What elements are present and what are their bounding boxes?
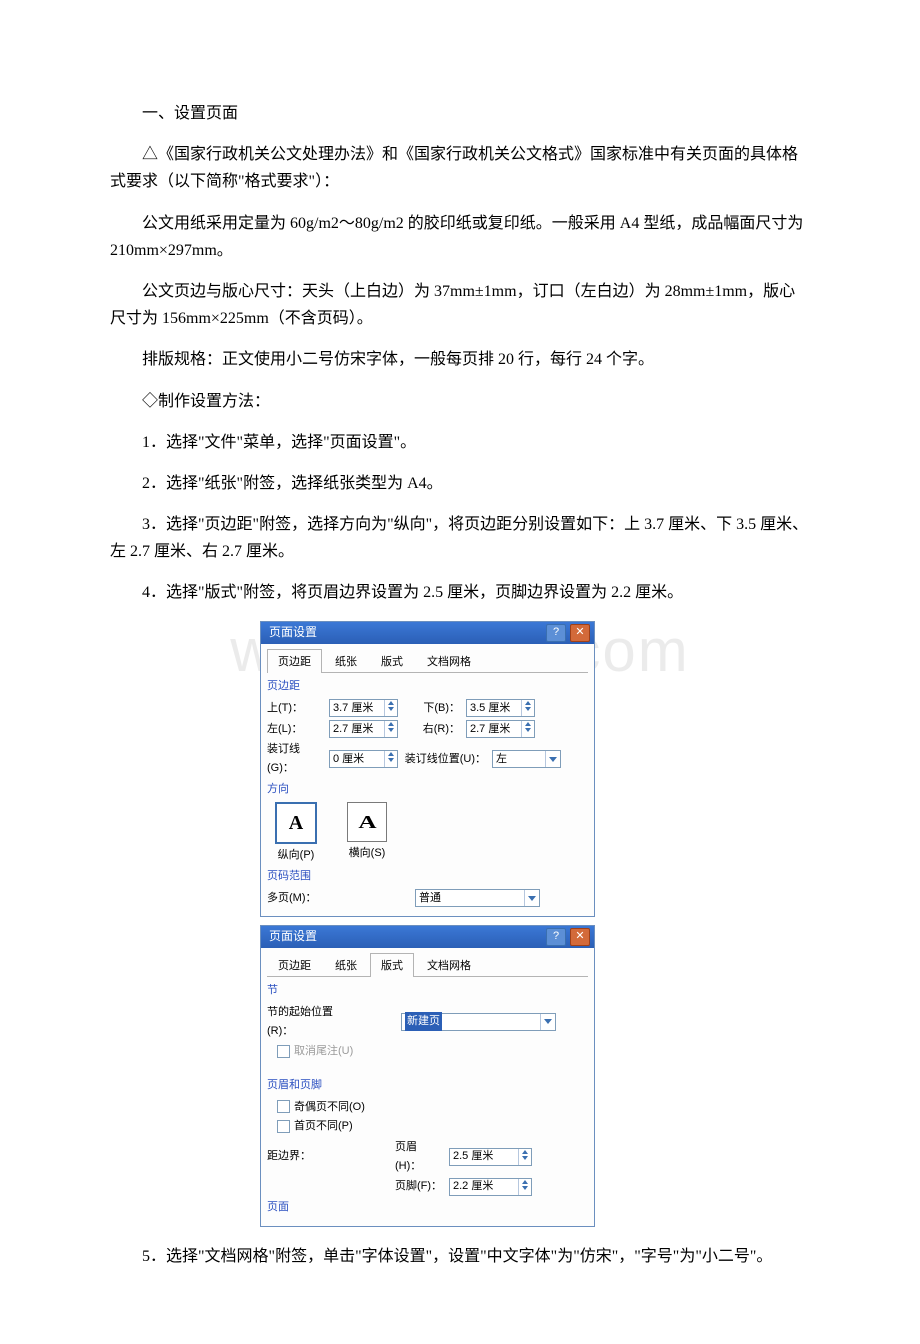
spinner-icon[interactable] bbox=[521, 721, 534, 737]
checkbox-icon bbox=[277, 1120, 290, 1133]
spinner-icon[interactable] bbox=[384, 700, 397, 716]
group-section-title: 节 bbox=[267, 981, 588, 1000]
checkbox-first-page-label: 首页不同(P) bbox=[294, 1117, 353, 1136]
spinner-icon[interactable] bbox=[521, 700, 534, 716]
group-page-title: 页面 bbox=[267, 1198, 588, 1217]
chevron-down-icon[interactable] bbox=[545, 751, 560, 767]
dialog-titlebar[interactable]: 页面设置 ? ✕ bbox=[261, 622, 594, 644]
paragraph: 4．选择"版式"附签，将页眉边界设置为 2.5 厘米，页脚边界设置为 2.2 厘… bbox=[110, 579, 810, 606]
dialog-body: 页边距 纸张 版式 文档网格 节 节的起始位置(R)： 新建页 取消尾注(U) … bbox=[261, 948, 594, 1226]
close-button[interactable]: ✕ bbox=[570, 928, 590, 946]
spinner-icon[interactable] bbox=[384, 751, 397, 767]
value-gutter-pos: 左 bbox=[496, 750, 507, 769]
chevron-down-icon[interactable] bbox=[540, 1014, 555, 1030]
dropdown-gutter-pos[interactable]: 左 bbox=[492, 750, 561, 768]
orientation-portrait[interactable]: A 纵向(P) bbox=[275, 802, 317, 865]
tab-layout[interactable]: 版式 bbox=[370, 953, 414, 978]
paragraph: ◇制作设置方法： bbox=[110, 388, 810, 415]
landscape-icon: A bbox=[347, 802, 387, 842]
page-setup-dialog-layout: 页面设置 ? ✕ 页边距 纸张 版式 文档网格 节 节的起始位置(R)： 新建页… bbox=[260, 925, 595, 1227]
dialog-tabs: 页边距 纸张 版式 文档网格 bbox=[267, 648, 588, 674]
label-bottom: 下(B)： bbox=[404, 699, 460, 718]
label-header: 页眉(H)： bbox=[395, 1138, 443, 1175]
help-button[interactable]: ? bbox=[546, 624, 566, 642]
paragraph: 公文页边与版心尺寸：天头（上白边）为 37mm±1mm，订口（左白边）为 28m… bbox=[110, 278, 810, 332]
label-section-start: 节的起始位置(R)： bbox=[267, 1003, 349, 1040]
input-right[interactable]: 2.7 厘米 bbox=[466, 720, 535, 738]
dialog-body: 页边距 纸张 版式 文档网格 页边距 上(T)： 3.7 厘米 下(B)： 3.… bbox=[261, 644, 594, 916]
checkbox-odd-even-label: 奇偶页不同(O) bbox=[294, 1098, 365, 1117]
checkbox-icon bbox=[277, 1045, 290, 1058]
label-multipage: 多页(M)： bbox=[267, 889, 323, 908]
value-top: 3.7 厘米 bbox=[333, 699, 373, 718]
value-header: 2.5 厘米 bbox=[453, 1147, 493, 1166]
tab-margins[interactable]: 页边距 bbox=[267, 953, 322, 978]
checkbox-suppress-endnotes: 取消尾注(U) bbox=[277, 1042, 588, 1061]
label-gutter: 装订线(G)： bbox=[267, 740, 323, 777]
value-right: 2.7 厘米 bbox=[470, 720, 510, 739]
document-page: www.bdocx.com 一、设置页面 △《国家行政机关公文处理办法》和《国家… bbox=[0, 0, 920, 1344]
portrait-icon: A bbox=[275, 802, 317, 844]
spinner-icon[interactable] bbox=[518, 1149, 531, 1165]
label-from-border: 距边界： bbox=[267, 1147, 323, 1166]
input-bottom[interactable]: 3.5 厘米 bbox=[466, 699, 535, 717]
paragraph: 5．选择"文档网格"附签，单击"字体设置"，设置"中文字体"为"仿宋"，"字号"… bbox=[110, 1243, 810, 1270]
dialog-title: 页面设置 bbox=[269, 926, 317, 946]
page-setup-dialog-margins: 页面设置 ? ✕ 页边距 纸张 版式 文档网格 页边距 上(T)： 3.7 厘米… bbox=[260, 621, 595, 917]
paragraph: 1．选择"文件"菜单，选择"页面设置"。 bbox=[110, 429, 810, 456]
label-right: 右(R)： bbox=[404, 720, 460, 739]
label-gutter-pos: 装订线位置(U)： bbox=[404, 750, 486, 769]
paragraph: △《国家行政机关公文处理办法》和《国家行政机关公文格式》国家标准中有关页面的具体… bbox=[110, 141, 810, 195]
orientation-portrait-label: 纵向(P) bbox=[275, 846, 317, 865]
paragraph: 排版规格：正文使用小二号仿宋字体，一般每页排 20 行，每行 24 个字。 bbox=[110, 346, 810, 373]
tab-paper[interactable]: 纸张 bbox=[324, 649, 368, 674]
heading-1: 一、设置页面 bbox=[110, 100, 810, 127]
chevron-down-icon[interactable] bbox=[524, 890, 539, 906]
orientation-landscape[interactable]: A 横向(S) bbox=[347, 802, 387, 865]
value-left: 2.7 厘米 bbox=[333, 720, 373, 739]
tab-grid[interactable]: 文档网格 bbox=[416, 953, 482, 978]
paragraph: 3．选择"页边距"附签，选择方向为"纵向"，将页边距分别设置如下：上 3.7 厘… bbox=[110, 511, 810, 565]
checkbox-icon bbox=[277, 1100, 290, 1113]
value-section-start: 新建页 bbox=[405, 1012, 442, 1031]
help-button[interactable]: ? bbox=[546, 928, 566, 946]
orientation-landscape-label: 横向(S) bbox=[347, 844, 387, 863]
value-gutter: 0 厘米 bbox=[333, 750, 364, 769]
dialog-tabs: 页边距 纸张 版式 文档网格 bbox=[267, 952, 588, 978]
dropdown-multipage[interactable]: 普通 bbox=[415, 889, 540, 907]
dialog-titlebar[interactable]: 页面设置 ? ✕ bbox=[261, 926, 594, 948]
input-gutter[interactable]: 0 厘米 bbox=[329, 750, 398, 768]
checkbox-odd-even[interactable]: 奇偶页不同(O) bbox=[277, 1098, 588, 1117]
value-footer: 2.2 厘米 bbox=[453, 1177, 493, 1196]
group-header-footer-title: 页眉和页脚 bbox=[267, 1076, 588, 1095]
spinner-icon[interactable] bbox=[518, 1179, 531, 1195]
tab-grid[interactable]: 文档网格 bbox=[416, 649, 482, 674]
input-header[interactable]: 2.5 厘米 bbox=[449, 1148, 532, 1166]
dialog-title: 页面设置 bbox=[269, 622, 317, 642]
dropdown-section-start[interactable]: 新建页 bbox=[401, 1013, 556, 1031]
group-orientation-title: 方向 bbox=[267, 780, 588, 799]
tab-layout[interactable]: 版式 bbox=[370, 649, 414, 674]
value-bottom: 3.5 厘米 bbox=[470, 699, 510, 718]
checkbox-suppress-label: 取消尾注(U) bbox=[294, 1042, 353, 1061]
label-top: 上(T)： bbox=[267, 699, 323, 718]
input-left[interactable]: 2.7 厘米 bbox=[329, 720, 398, 738]
paragraph: 2．选择"纸张"附签，选择纸张类型为 A4。 bbox=[110, 470, 810, 497]
value-multipage: 普通 bbox=[419, 889, 441, 908]
spinner-icon[interactable] bbox=[384, 721, 397, 737]
label-footer: 页脚(F)： bbox=[395, 1177, 443, 1196]
group-page-range-title: 页码范围 bbox=[267, 867, 588, 886]
paragraph: 公文用纸采用定量为 60g/m2～80g/m2 的胶印纸或复印纸。一般采用 A4… bbox=[110, 210, 810, 264]
input-top[interactable]: 3.7 厘米 bbox=[329, 699, 398, 717]
close-button[interactable]: ✕ bbox=[570, 624, 590, 642]
input-footer[interactable]: 2.2 厘米 bbox=[449, 1178, 532, 1196]
label-left: 左(L)： bbox=[267, 720, 323, 739]
tab-margins[interactable]: 页边距 bbox=[267, 649, 322, 674]
tab-paper[interactable]: 纸张 bbox=[324, 953, 368, 978]
group-margins-title: 页边距 bbox=[267, 677, 588, 696]
checkbox-first-page[interactable]: 首页不同(P) bbox=[277, 1117, 588, 1136]
